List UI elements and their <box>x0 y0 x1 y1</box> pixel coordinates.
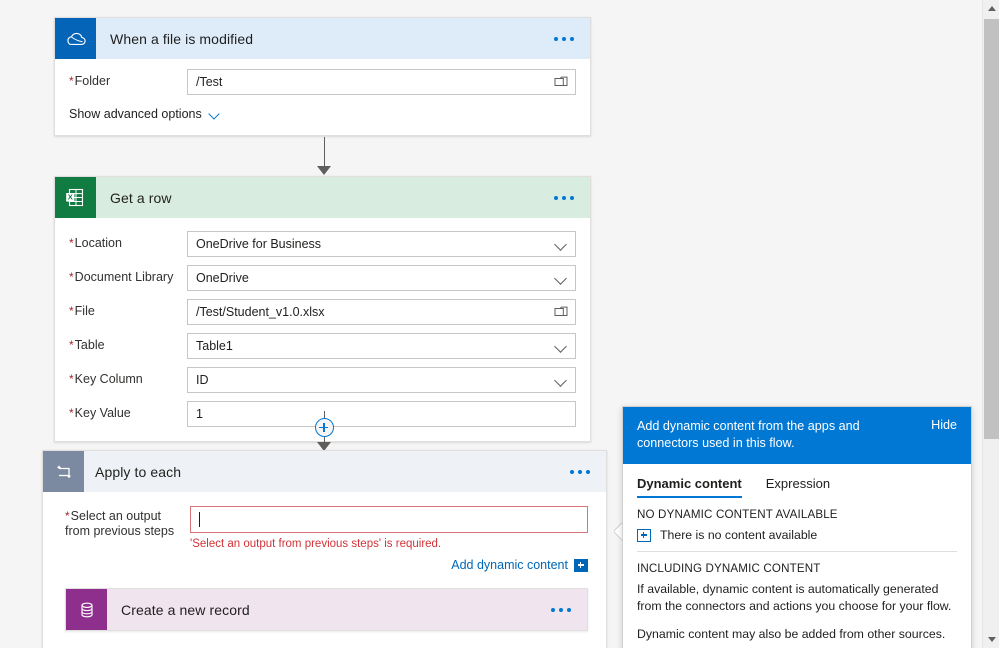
required-asterisk: * <box>69 338 74 352</box>
tab-dynamic-content[interactable]: Dynamic content <box>637 476 742 498</box>
field-row-folder: *Folder <box>69 69 576 95</box>
divider <box>637 551 957 552</box>
svg-text:X: X <box>68 193 73 202</box>
field-control-location <box>187 231 576 257</box>
card-menu-apply-to-each[interactable] <box>566 466 594 478</box>
loop-icon <box>43 451 84 492</box>
required-asterisk: * <box>69 236 74 250</box>
validation-error-message: 'Select an output from previous steps' i… <box>190 538 442 550</box>
add-content-icon <box>637 528 651 542</box>
field-control-folder <box>187 69 576 95</box>
flow-designer-canvas: When a file is modified *Folder /Test Sh… <box>0 0 999 648</box>
chevron-down-icon <box>209 110 220 118</box>
required-asterisk: * <box>69 270 74 284</box>
flow-card-create-a-new-record[interactable]: Create a new record <box>65 588 588 631</box>
field-control-key-column <box>187 367 576 393</box>
arrow-down-icon <box>317 166 331 175</box>
flow-card-get-a-row[interactable]: X Get a row *Location *Document Lib <box>54 176 591 442</box>
field-row-select-output: *Select an output from previous steps 'S… <box>65 506 588 572</box>
field-label-folder: *Folder <box>69 74 111 88</box>
field-control-file <box>187 299 576 325</box>
dynamic-content-tabs: Dynamic content Expression <box>623 464 971 498</box>
card-title-trigger: When a file is modified <box>110 30 254 47</box>
field-row-file: *File <box>69 299 576 325</box>
field-label-file: *File <box>69 304 95 318</box>
field-control-key-value <box>187 401 576 427</box>
tab-expression[interactable]: Expression <box>766 476 830 498</box>
field-row-document-library: *Document Library <box>69 265 576 291</box>
connector-line <box>323 411 325 418</box>
field-label-select-output: *Select an output from previous steps <box>65 509 175 538</box>
field-control-document-library <box>187 265 576 291</box>
field-label-location: *Location <box>69 236 122 250</box>
location-dropdown[interactable] <box>187 231 576 257</box>
page-scrollbar[interactable] <box>982 0 999 648</box>
show-advanced-options-label: Show advanced options <box>69 107 202 121</box>
including-dynamic-content-heading: INCLUDING DYNAMIC CONTENT <box>637 562 821 575</box>
card-menu-get-a-row[interactable] <box>550 192 578 204</box>
card-body-apply-to-each: *Select an output from previous steps 'S… <box>43 492 606 631</box>
field-label-key-column: *Key Column <box>69 372 143 386</box>
field-control-select-output: 'Select an output from previous steps' i… <box>190 506 588 572</box>
field-label-key-value: *Key Value <box>69 406 131 420</box>
flow-card-trigger[interactable]: When a file is modified *Folder /Test Sh… <box>54 17 591 136</box>
card-title-get-a-row: Get a row <box>110 189 172 206</box>
show-advanced-options-toggle[interactable]: Show advanced options <box>69 103 220 123</box>
card-header-apply-to-each: Apply to each <box>43 451 606 492</box>
field-control-table <box>187 333 576 359</box>
no-content-item: There is no content available <box>637 526 957 551</box>
card-menu-trigger[interactable] <box>550 33 578 45</box>
connector-getrow-to-applytoeach <box>312 411 336 451</box>
insert-step-button[interactable] <box>314 418 334 437</box>
document-library-dropdown[interactable] <box>187 265 576 291</box>
no-content-item-label: There is no content available <box>660 528 818 542</box>
dynamic-content-panel: Add dynamic content from the apps and co… <box>622 406 972 648</box>
required-asterisk: * <box>69 372 74 386</box>
scroll-down-button[interactable] <box>983 631 999 648</box>
scroll-up-button[interactable] <box>983 0 999 17</box>
other-sources-body: Dynamic content may also be added from o… <box>637 627 946 641</box>
card-title-apply-to-each: Apply to each <box>95 463 182 480</box>
dynamic-content-panel-body: NO DYNAMIC CONTENT AVAILABLE There is no… <box>623 498 971 648</box>
card-body-trigger: *Folder Show advanced options <box>55 59 590 135</box>
folder-input[interactable] <box>187 69 576 95</box>
card-header-get-a-row: X Get a row <box>55 177 590 218</box>
required-asterisk: * <box>69 304 74 318</box>
onedrive-cloud-icon <box>55 18 96 59</box>
required-asterisk: * <box>69 74 74 88</box>
dynamic-content-panel-header: Add dynamic content from the apps and co… <box>623 407 971 464</box>
select-output-input[interactable] <box>190 506 588 533</box>
add-dynamic-content-button[interactable]: Add dynamic content <box>190 558 588 572</box>
field-row-location: *Location <box>69 231 576 257</box>
flow-card-apply-to-each[interactable]: Apply to each *Select an output from pre… <box>42 450 607 648</box>
dynamic-content-panel-title: Add dynamic content from the apps and co… <box>637 419 860 450</box>
connector-line <box>323 137 325 167</box>
field-row-key-column: *Key Column <box>69 367 576 393</box>
text-caret <box>199 512 200 527</box>
required-asterisk: * <box>69 406 74 420</box>
card-body-get-a-row: *Location *Document Library *File <box>55 218 590 441</box>
table-dropdown[interactable] <box>187 333 576 359</box>
card-title-create-a-new-record: Create a new record <box>121 601 250 618</box>
add-dynamic-content-icon <box>574 558 588 572</box>
field-label-document-library: *Document Library <box>69 270 174 284</box>
file-input[interactable] <box>187 299 576 325</box>
connector-trigger-to-getrow <box>312 137 336 175</box>
no-dynamic-content-heading: NO DYNAMIC CONTENT AVAILABLE <box>637 508 838 521</box>
card-header-create-a-new-record: Create a new record <box>66 589 587 630</box>
field-label-table: *Table <box>69 338 105 352</box>
field-row-table: *Table <box>69 333 576 359</box>
card-header-trigger: When a file is modified <box>55 18 590 59</box>
card-menu-create-a-new-record[interactable] <box>547 604 575 616</box>
add-dynamic-content-label: Add dynamic content <box>451 558 568 572</box>
database-icon <box>66 589 107 630</box>
including-dynamic-content-body: If available, dynamic content is automat… <box>637 582 952 613</box>
key-value-input[interactable] <box>187 401 576 427</box>
scrollbar-thumb[interactable] <box>984 19 999 439</box>
excel-table-icon: X <box>55 177 96 218</box>
key-column-dropdown[interactable] <box>187 367 576 393</box>
hide-panel-button[interactable]: Hide <box>931 418 957 432</box>
required-asterisk: * <box>65 509 70 523</box>
